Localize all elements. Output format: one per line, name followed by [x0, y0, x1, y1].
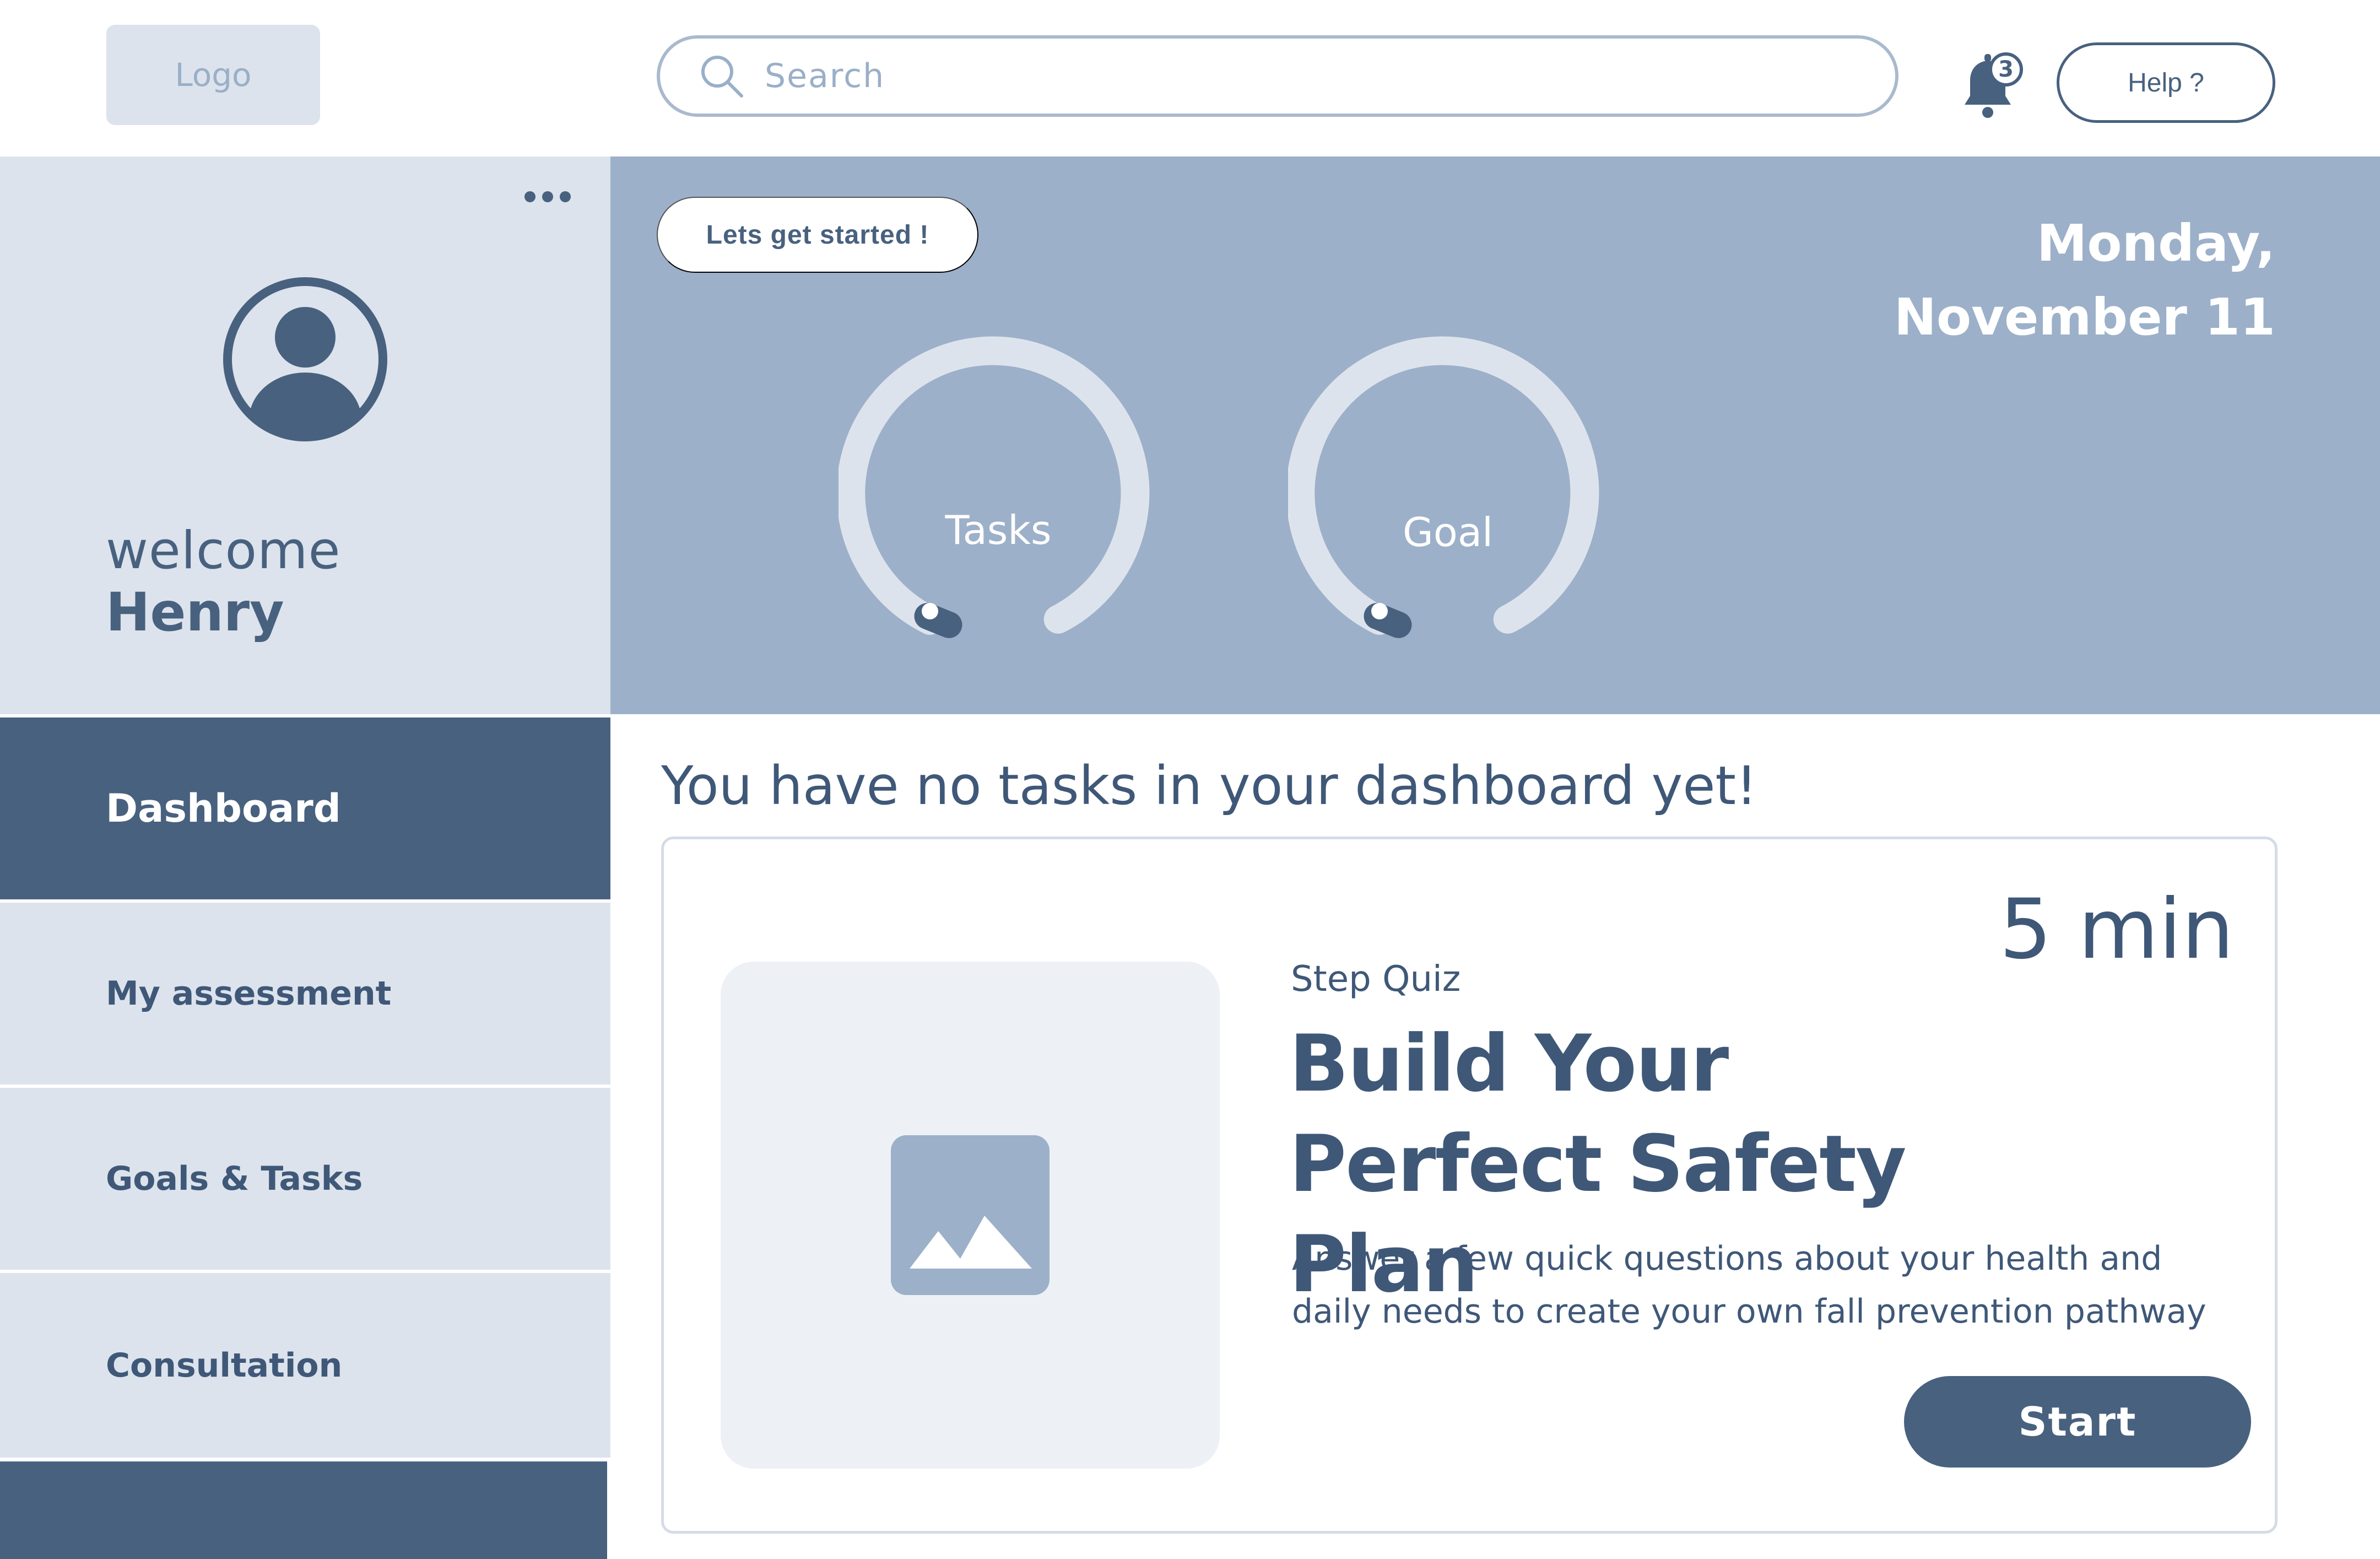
tasks-gauge: [836, 331, 1158, 650]
sidebar-item-my-assessment[interactable]: My assessment: [0, 903, 610, 1085]
empty-dashboard-message: You have no tasks in your dashboard yet!: [661, 755, 1757, 817]
sidebar-item-next[interactable]: [0, 1461, 607, 1559]
quiz-description: Answer a few quick questions about your …: [1292, 1239, 2206, 1331]
notification-badge: 3: [1989, 52, 2023, 87]
quiz-duration: 5 min: [1999, 882, 2234, 978]
gauge-label-tasks: Tasks: [945, 507, 1052, 553]
user-name: Henry: [106, 581, 284, 643]
start-button[interactable]: Start: [1904, 1376, 2251, 1468]
sidebar-item-label: My assessment: [106, 974, 392, 1013]
image-icon: [891, 1135, 1050, 1295]
welcome-text: welcome: [106, 521, 341, 581]
search-icon: [699, 53, 745, 99]
logo[interactable]: Logo: [106, 25, 320, 125]
goal-gauge: [1286, 331, 1608, 650]
sidebar-item-label: Consultation: [106, 1346, 343, 1385]
quiz-type-label: Step Quiz: [1291, 959, 1461, 1000]
search-input[interactable]: [764, 56, 1813, 96]
search-bar[interactable]: [657, 35, 1898, 117]
sidebar-item-goals-tasks[interactable]: Goals & Tasks: [0, 1088, 610, 1270]
gauge-label-goal: Goal: [1403, 509, 1493, 555]
avatar-icon: [221, 276, 389, 443]
current-date: Monday, November 11: [1894, 214, 2275, 347]
sidebar-item-label: Dashboard: [106, 786, 341, 831]
sidebar-item-dashboard[interactable]: Dashboard: [0, 718, 610, 899]
get-started-button[interactable]: Lets get started !: [657, 197, 978, 273]
sidebar-item-label: Goals & Tasks: [106, 1159, 363, 1198]
help-button[interactable]: Help ?: [2057, 42, 2275, 123]
sidebar-item-consultation[interactable]: Consultation: [0, 1273, 610, 1458]
more-options-icon[interactable]: [524, 190, 577, 203]
